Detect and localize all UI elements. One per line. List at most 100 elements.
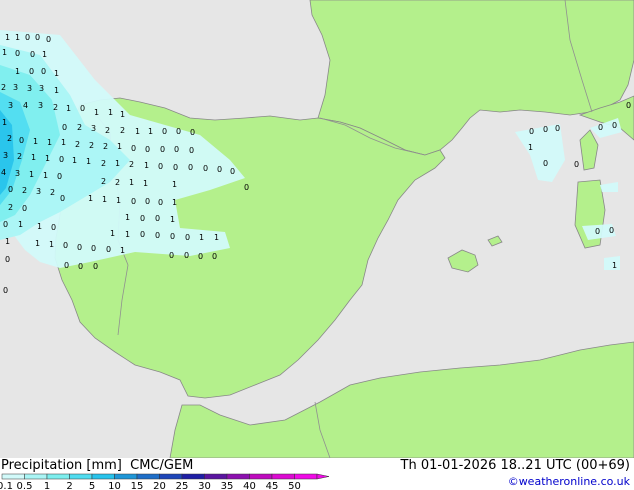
precip-value: 1 <box>37 222 42 231</box>
precip-value: 1 <box>94 108 99 117</box>
precip-value: 2 <box>101 159 106 168</box>
precip-value: 0 <box>91 244 96 253</box>
parameter-label: Precipitation [mm] <box>1 458 122 473</box>
precip-value: 1 <box>54 69 59 78</box>
model-label: CMC/GEM <box>130 458 194 473</box>
precip-value: 1 <box>102 195 107 204</box>
precip-value: 0 <box>244 183 249 192</box>
precip-value: 1 <box>148 127 153 136</box>
precip-value: 2 <box>7 134 12 143</box>
precip-value: 0 <box>19 136 24 145</box>
legend-label: 10 <box>108 481 121 490</box>
precip-value: 2 <box>105 126 110 135</box>
precip-value: 2 <box>77 123 82 132</box>
precip-value: 2 <box>17 152 22 161</box>
precip-value: 0 <box>15 49 20 58</box>
precip-value: 0 <box>60 194 65 203</box>
legend-swatch <box>24 473 48 480</box>
precip-value: 0 <box>63 241 68 250</box>
precip-value: 0 <box>188 163 193 172</box>
precip-value: 0 <box>3 220 8 229</box>
precip-value: 1 <box>61 138 66 147</box>
precip-value: 0 <box>5 255 10 264</box>
precip-value: 0 <box>212 252 217 261</box>
precip-value: 0 <box>543 159 548 168</box>
precip-value: 1 <box>5 237 10 246</box>
precip-value: 1 <box>47 138 52 147</box>
precip-value: 0 <box>609 226 614 235</box>
precip-value: 1 <box>117 142 122 151</box>
legend-swatch <box>136 473 160 480</box>
precip-value: 1 <box>108 108 113 117</box>
precip-value: 2 <box>50 188 55 197</box>
precip-value: 0 <box>131 197 136 206</box>
precip-value: 1 <box>170 215 175 224</box>
precip-value: 1 <box>135 127 140 136</box>
precip-value: 0 <box>80 104 85 113</box>
precip-value: 0 <box>64 261 69 270</box>
precip-value: 0 <box>626 101 631 110</box>
credit-link[interactable]: ©weatheronline.co.uk <box>508 475 630 488</box>
precip-value: 0 <box>29 67 34 76</box>
precip-value: 2 <box>120 126 125 135</box>
precip-value: 3 <box>13 83 18 92</box>
precip-value: 1 <box>5 33 10 42</box>
precip-value: 0 <box>169 251 174 260</box>
precip-value: 0 <box>612 121 617 130</box>
precip-value: 2 <box>53 103 58 112</box>
precip-value: 1 <box>125 213 130 222</box>
precip-value: 2 <box>103 142 108 151</box>
precip-value: 0 <box>131 144 136 153</box>
precip-value: 1 <box>528 143 533 152</box>
precip-value: 0 <box>170 232 175 241</box>
legend-swatch <box>159 473 183 480</box>
precip-value: 0 <box>543 125 548 134</box>
precipitation-map: 1 1 0 0 0 1 0 0 1 1 0 0 1 2 3 3 3 1 3 4 … <box>0 0 634 458</box>
precip-value: 0 <box>173 163 178 172</box>
legend-swatch <box>91 473 115 480</box>
precip-value: 1 <box>42 50 47 59</box>
precip-value: 1 <box>45 154 50 163</box>
precip-value: 4 <box>1 168 6 177</box>
precip-value: 1 <box>144 161 149 170</box>
precip-value: 3 <box>15 169 20 178</box>
precip-value: 3 <box>27 84 32 93</box>
legend-swatch <box>114 473 138 480</box>
legend-swatch <box>69 473 93 480</box>
precip-value: 4 <box>23 101 28 110</box>
precip-value: 0 <box>158 162 163 171</box>
color-scale: 0.1 0.5 1 2 5 10 15 20 25 30 35 40 45 50 <box>0 473 330 490</box>
legend-arrow <box>316 473 330 480</box>
precip-value: 1 <box>66 104 71 113</box>
precip-value: 1 <box>15 33 20 42</box>
legend-label: 30 <box>198 481 211 490</box>
precip-value: 1 <box>33 137 38 146</box>
precip-value: 1 <box>18 220 23 229</box>
precip-value: 0 <box>190 128 195 137</box>
precip-value: 0 <box>106 245 111 254</box>
precip-value: 0 <box>230 167 235 176</box>
precip-value: 0 <box>555 124 560 133</box>
precip-value: 1 <box>2 118 7 127</box>
precip-value: 0 <box>174 145 179 154</box>
precip-value: 0 <box>198 252 203 261</box>
legend-swatch <box>249 473 273 480</box>
legend-swatch <box>204 473 228 480</box>
legend-swatch <box>1 473 25 480</box>
precip-value: 0 <box>160 145 165 154</box>
legend-label: 25 <box>176 481 189 490</box>
precip-value: 1 <box>612 261 617 270</box>
precip-value: 0 <box>30 50 35 59</box>
precip-value: 1 <box>15 67 20 76</box>
precip-value: 3 <box>36 187 41 196</box>
precip-value: 1 <box>2 48 7 57</box>
legend-label: 35 <box>221 481 234 490</box>
precip-value: 2 <box>1 83 6 92</box>
precip-value: 0 <box>184 251 189 260</box>
precip-value: 1 <box>29 170 34 179</box>
precip-value: 0 <box>145 145 150 154</box>
legend-label: 20 <box>153 481 166 490</box>
legend-swatch <box>46 473 70 480</box>
legend-label: 40 <box>243 481 256 490</box>
precip-value: 1 <box>199 233 204 242</box>
